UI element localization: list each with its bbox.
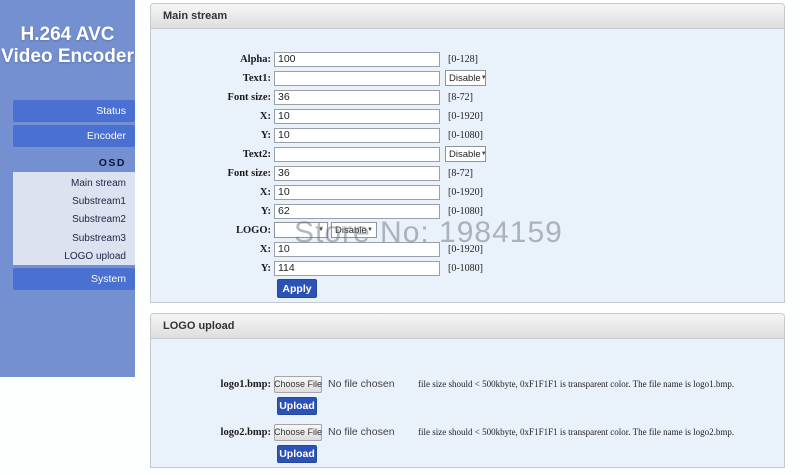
alpha-label: Alpha: (151, 54, 274, 65)
logo-y-field-row: Y: [0-1080] (151, 260, 784, 276)
logo-enable-select[interactable]: Disable ▼ (331, 222, 377, 238)
text1-field-row: Text1: Disable ▼ (151, 70, 784, 86)
main-stream-form: Alpha: [0-128] Text1: Disable ▼ Font siz… (151, 29, 784, 298)
sidebar-item-main-stream[interactable]: Main stream (13, 175, 135, 193)
logo-field-row: LOGO: ▼ Disable ▼ (151, 222, 784, 238)
chevron-down-icon: ▼ (318, 227, 324, 233)
main-stream-panel-title: Main stream (151, 4, 784, 29)
sidebar-osd-submenu: Main stream Substream1 Substream2 Substr… (13, 172, 135, 265)
logo2-hint: file size should < 500kbyte, 0xF1F1F1 is… (418, 427, 734, 437)
logo-x-label: X: (151, 244, 274, 255)
logo2-file-status: No file chosen (328, 426, 395, 438)
sidebar-item-substream2[interactable]: Substream2 (13, 211, 135, 229)
font-size1-field-row: Font size: [8-72] (151, 89, 784, 105)
text1-x-input[interactable] (274, 109, 440, 124)
text2-x-label: X: (151, 187, 274, 198)
text1-y-input[interactable] (274, 128, 440, 143)
sidebar-item-system[interactable]: System (13, 268, 135, 290)
logo1-file-status: No file chosen (328, 378, 395, 390)
text2-field-row: Text2: Disable ▼ (151, 146, 784, 162)
logo-upload-panel-title: LOGO upload (151, 314, 784, 339)
chevron-down-icon: ▼ (481, 151, 487, 157)
text1-x-field-row: X: [0-1920] (151, 108, 784, 124)
text1-x-label: X: (151, 111, 274, 122)
logo-x-range-hint: [0-1920] (448, 244, 483, 255)
chevron-down-icon: ▼ (367, 227, 373, 233)
text1-y-range-hint: [0-1080] (448, 130, 483, 141)
logo-y-range-hint: [0-1080] (448, 263, 483, 274)
font-size1-range-hint: [8-72] (448, 92, 473, 103)
logo1-upload-row: logo1.bmp: Choose File No file chosen fi… (151, 375, 784, 393)
logo-y-label: Y: (151, 263, 274, 274)
text2-x-input[interactable] (274, 185, 440, 200)
sidebar: H.264 AVC Video Encoder Status Encoder O… (0, 0, 135, 377)
text2-y-field-row: Y: [0-1080] (151, 203, 784, 219)
text2-input[interactable] (274, 147, 440, 162)
logo1-hint: file size should < 500kbyte, 0xF1F1F1 is… (418, 379, 734, 389)
sidebar-item-logo-upload[interactable]: LOGO upload (13, 248, 135, 266)
sidebar-item-encoder[interactable]: Encoder (13, 125, 135, 147)
font-size1-input[interactable] (274, 90, 440, 105)
text1-enable-select-value: Disable (449, 73, 481, 84)
text2-y-input[interactable] (274, 204, 440, 219)
text2-enable-select[interactable]: Disable ▼ (445, 146, 486, 162)
sidebar-item-substream3[interactable]: Substream3 (13, 230, 135, 248)
font-size2-label: Font size: (151, 168, 274, 179)
text2-y-range-hint: [0-1080] (448, 206, 483, 217)
logo1-upload-button[interactable]: Upload (277, 397, 317, 415)
font-size1-label: Font size: (151, 92, 274, 103)
logo2-upload-row: logo2.bmp: Choose File No file chosen fi… (151, 423, 784, 441)
logo-x-field-row: X: [0-1920] (151, 241, 784, 257)
page: H.264 AVC Video Encoder Status Encoder O… (0, 0, 800, 475)
chevron-down-icon: ▼ (481, 75, 487, 81)
logo-upload-form: logo1.bmp: Choose File No file chosen fi… (151, 339, 784, 463)
app-title-line2: Video Encoder (0, 46, 135, 68)
text2-label: Text2: (151, 149, 274, 160)
font-size2-range-hint: [8-72] (448, 168, 473, 179)
app-title-line1: H.264 AVC (0, 24, 135, 46)
logo2-label: logo2.bmp: (151, 427, 274, 438)
text2-x-field-row: X: [0-1920] (151, 184, 784, 200)
logo1-choose-file-button[interactable]: Choose File (274, 376, 322, 393)
text1-enable-select[interactable]: Disable ▼ (445, 70, 486, 86)
sidebar-section-osd[interactable]: OSD (13, 157, 135, 169)
app-title: H.264 AVC Video Encoder (0, 24, 135, 68)
alpha-input[interactable] (274, 52, 440, 67)
text2-y-label: Y: (151, 206, 274, 217)
alpha-field-row: Alpha: [0-128] (151, 51, 784, 67)
text1-label: Text1: (151, 73, 274, 84)
logo-upload-panel: LOGO upload logo1.bmp: Choose File No fi… (150, 313, 785, 468)
sidebar-item-substream1[interactable]: Substream1 (13, 193, 135, 211)
logo2-choose-file-button[interactable]: Choose File (274, 424, 322, 441)
logo-select[interactable]: ▼ (274, 222, 328, 238)
text1-input[interactable] (274, 71, 440, 86)
apply-button[interactable]: Apply (277, 279, 317, 298)
text2-x-range-hint: [0-1920] (448, 187, 483, 198)
text1-y-field-row: Y: [0-1080] (151, 127, 784, 143)
text1-y-label: Y: (151, 130, 274, 141)
font-size2-input[interactable] (274, 166, 440, 181)
text1-x-range-hint: [0-1920] (448, 111, 483, 122)
logo-enable-select-value: Disable (335, 225, 367, 236)
alpha-range-hint: [0-128] (448, 54, 478, 65)
logo2-upload-button[interactable]: Upload (277, 445, 317, 463)
sidebar-item-status[interactable]: Status (13, 100, 135, 122)
text2-enable-select-value: Disable (449, 149, 481, 160)
logo-label: LOGO: (151, 225, 274, 236)
logo-y-input[interactable] (274, 261, 440, 276)
main-stream-panel: Main stream Alpha: [0-128] Text1: Disabl… (150, 3, 785, 303)
main-content: Main stream Alpha: [0-128] Text1: Disabl… (150, 0, 785, 475)
font-size2-field-row: Font size: [8-72] (151, 165, 784, 181)
logo1-label: logo1.bmp: (151, 379, 274, 390)
logo-x-input[interactable] (274, 242, 440, 257)
